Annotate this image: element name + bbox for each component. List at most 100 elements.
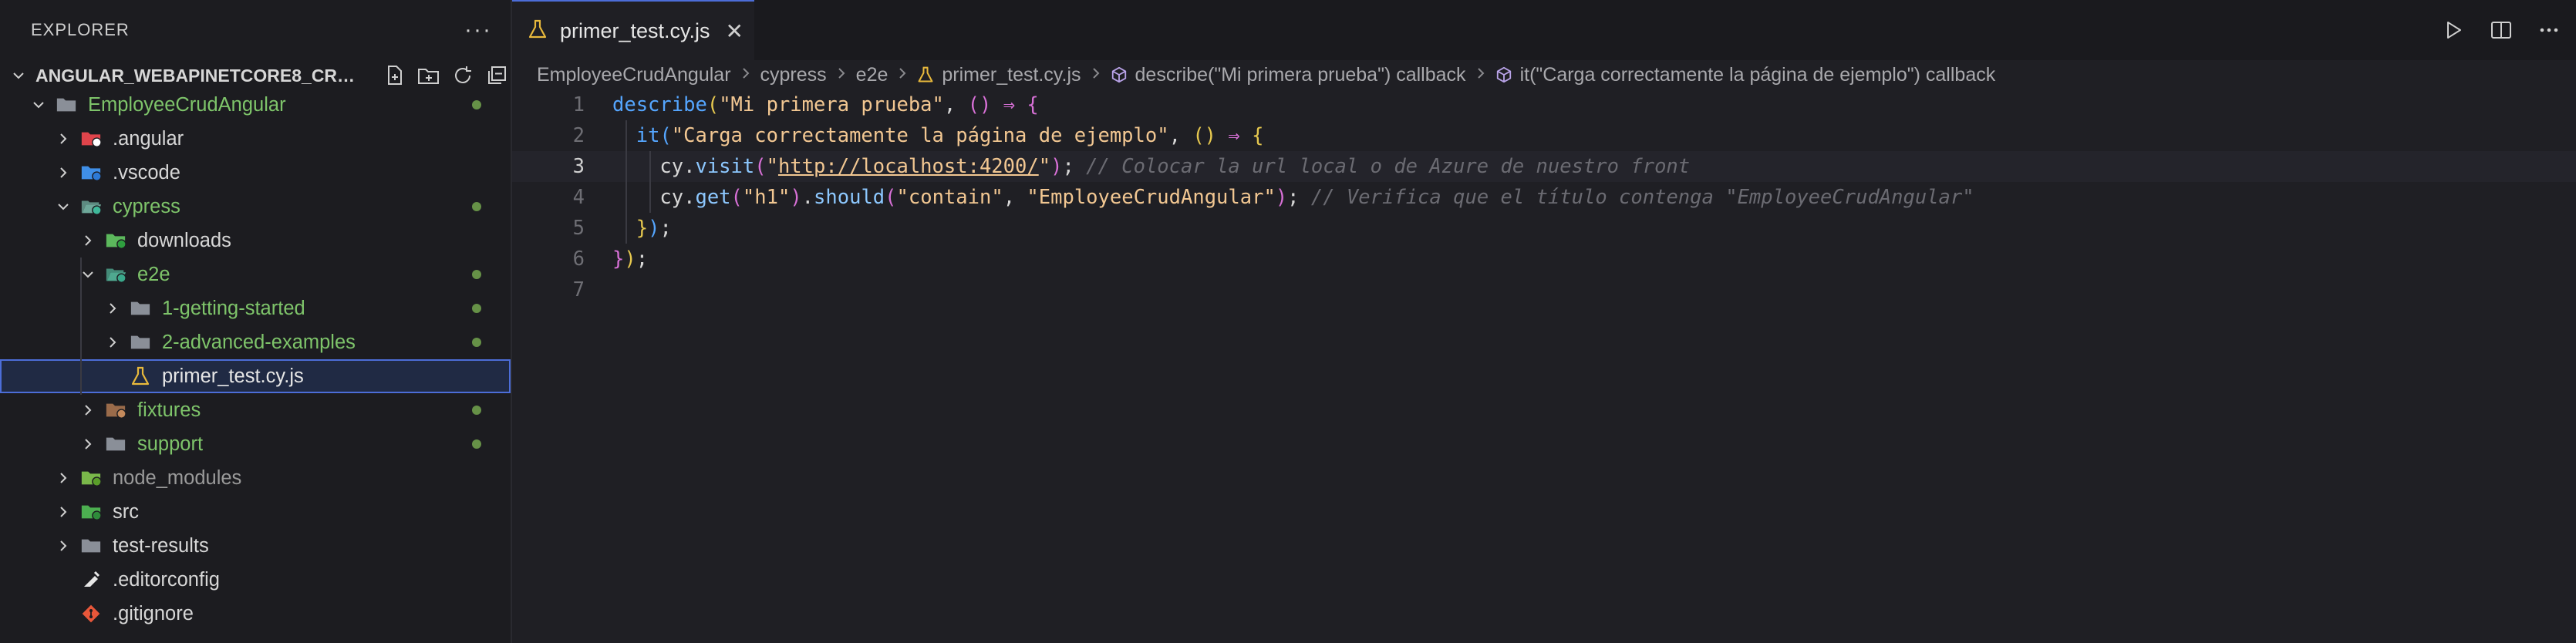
- chevron-right-icon: [54, 469, 72, 487]
- folder-icon: [105, 433, 126, 455]
- split-editor-icon[interactable]: [2488, 17, 2514, 43]
- breadcrumb-item[interactable]: EmployeeCrudAngular: [537, 64, 731, 86]
- code-token: ,: [1003, 186, 1027, 209]
- breadcrumb-label: e2e: [855, 63, 888, 86]
- explorer-header: EXPLORER ···: [0, 0, 511, 60]
- cube-icon: [1111, 66, 1128, 84]
- tree-item-vscode[interactable]: .vscode: [0, 156, 511, 190]
- editor-area: primer_test.cy.js ✕ EmployeeCrudAngular c…: [512, 0, 2576, 643]
- code-token: ;: [1287, 186, 1311, 209]
- more-actions-icon[interactable]: [2536, 17, 2562, 43]
- tab-label: primer_test.cy.js: [560, 19, 710, 42]
- code-token: visit: [695, 155, 755, 178]
- git-status-dot: [472, 439, 481, 449]
- tree-item-2-advanced-examples[interactable]: 2-advanced-examples: [0, 325, 511, 359]
- chevron-down-icon: [54, 197, 72, 216]
- editor-toolbar: [2440, 17, 2562, 43]
- tree-item-gitignore[interactable]: .gitignore: [0, 597, 511, 631]
- code-line[interactable]: 7: [512, 274, 2576, 305]
- tree-item-primer-test-cy-js[interactable]: primer_test.cy.js: [0, 359, 511, 393]
- code-line[interactable]: 6});: [512, 244, 2576, 274]
- e2e-folder-icon: [105, 264, 126, 285]
- code-token: "Carga correctamente la página de ejempl…: [671, 124, 1169, 147]
- git-status-dot: [472, 338, 481, 347]
- code-token: ): [790, 186, 802, 209]
- tree-item-test-results[interactable]: test-results: [0, 529, 511, 563]
- cube-icon: [1495, 66, 1512, 84]
- code-token: get: [695, 186, 731, 209]
- explorer-actions: [381, 62, 511, 89]
- tree-item-fixtures[interactable]: fixtures: [0, 393, 511, 427]
- code-token: ": [1038, 155, 1051, 178]
- git-status-dot: [472, 270, 481, 279]
- code-line[interactable]: 3 cy.visit("http://localhost:4200/"); //…: [512, 151, 2576, 182]
- tree-item-node-modules[interactable]: node_modules: [0, 461, 511, 495]
- code-token: http://localhost:4200/: [777, 155, 1039, 178]
- breadcrumb-item[interactable]: e2e: [856, 64, 888, 86]
- code-line[interactable]: 1 describe("Mi primera prueba", () ⇒ {: [512, 89, 2576, 120]
- breadcrumb-item[interactable]: cypress: [760, 64, 827, 86]
- tree-item-1-getting-started[interactable]: 1-getting-started: [0, 291, 511, 325]
- tab-primer-test[interactable]: primer_test.cy.js ✕: [512, 0, 754, 60]
- code-token: ): [624, 247, 636, 271]
- breadcrumb-item[interactable]: primer_test.cy.js: [917, 64, 1081, 86]
- code-line[interactable]: 4 cy.get("h1").should("contain", "Employ…: [512, 182, 2576, 213]
- code-editor[interactable]: 1 describe("Mi primera prueba", () ⇒ {2 i…: [512, 89, 2576, 305]
- tree-item-angular[interactable]: .angular: [0, 122, 511, 156]
- breadcrumb-item[interactable]: describe("Mi primera prueba") callback: [1111, 64, 1466, 86]
- breadcrumb-item[interactable]: it("Carga correctamente la página de eje…: [1495, 63, 1996, 86]
- code-token: {: [1027, 93, 1039, 116]
- code-token: (: [730, 186, 743, 209]
- tree-item-editorconfig[interactable]: .editorconfig: [0, 563, 511, 597]
- chevron-right-icon: [1475, 65, 1486, 85]
- breadcrumb-label: it("Carga correctamente la página de eje…: [1519, 63, 1996, 86]
- collapse-all-icon[interactable]: [483, 62, 511, 89]
- code-token: "h1": [742, 186, 791, 209]
- code-line[interactable]: 5 });: [512, 213, 2576, 244]
- new-folder-icon[interactable]: [415, 62, 443, 89]
- line-number: 2: [572, 124, 585, 147]
- code-token: ;: [636, 247, 649, 271]
- explorer-more-button[interactable]: ···: [464, 17, 492, 43]
- tree-item-employeecrudangular[interactable]: EmployeeCrudAngular: [0, 88, 511, 122]
- tree-item-label: .vscode: [113, 161, 180, 183]
- new-file-icon[interactable]: [381, 62, 409, 89]
- download-folder-icon: [105, 230, 126, 251]
- run-icon[interactable]: [2440, 17, 2466, 43]
- close-icon[interactable]: ✕: [726, 19, 743, 44]
- code-token: ⇒: [1003, 93, 1016, 116]
- tree-item-cypress[interactable]: cypress: [0, 190, 511, 224]
- vscode-folder-icon: [80, 162, 102, 183]
- chevron-right-icon: [897, 65, 908, 85]
- node-modules-folder-icon: [80, 467, 102, 489]
- chevron-right-icon: [54, 537, 72, 555]
- tree-item-src[interactable]: src: [0, 495, 511, 529]
- git-status-dot: [472, 406, 481, 415]
- code-line[interactable]: 2 it("Carga correctamente la página de e…: [512, 120, 2576, 151]
- chevron-right-icon: [79, 231, 97, 250]
- refresh-icon[interactable]: [449, 62, 477, 89]
- chevron-right-icon: [54, 163, 72, 182]
- angular-folder-icon: [80, 128, 102, 150]
- breadcrumb-label: EmployeeCrudAngular: [537, 63, 731, 86]
- project-root-row[interactable]: ANGULAR_WEBAPINETCORE8_CRUD_EXAMPLE: [0, 60, 511, 91]
- tree-item-label: .editorconfig: [113, 568, 220, 591]
- tree-item-downloads[interactable]: downloads: [0, 224, 511, 258]
- code-token: .: [801, 186, 814, 209]
- code-token: (: [754, 155, 767, 178]
- code-token: ;: [1062, 155, 1087, 178]
- code-token: // Colocar la url local o de Azure de nu…: [1086, 155, 1691, 178]
- tree-item-e2e[interactable]: e2e: [0, 258, 511, 291]
- tree-item-label: downloads: [137, 229, 231, 251]
- code-token: "Mi primera prueba": [719, 93, 944, 116]
- breadcrumb-label: primer_test.cy.js: [942, 63, 1081, 86]
- tree-item-support[interactable]: support: [0, 427, 511, 461]
- git-status-dot: [472, 304, 481, 313]
- code-token: ,: [943, 93, 968, 116]
